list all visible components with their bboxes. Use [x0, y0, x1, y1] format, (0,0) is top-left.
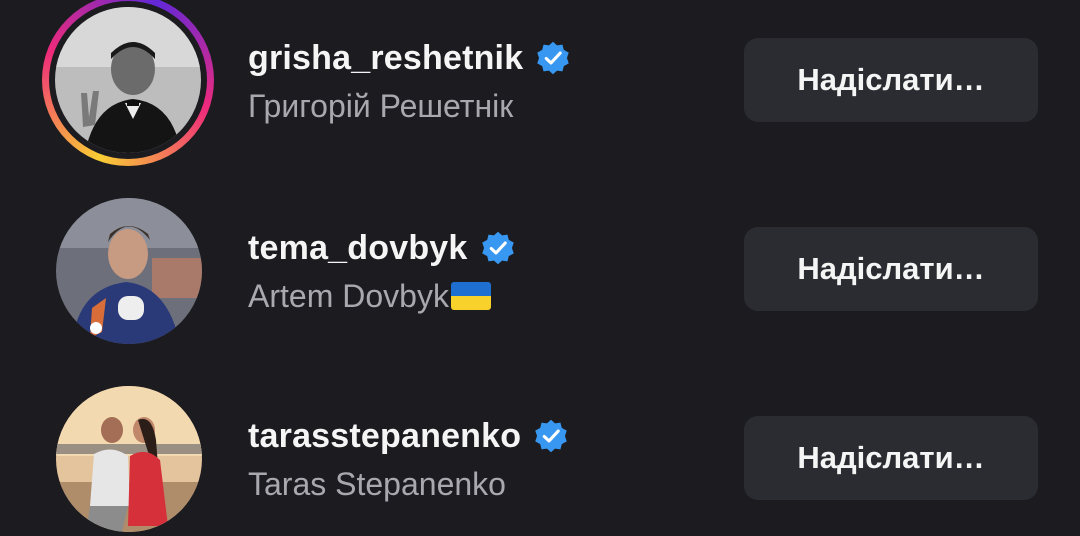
avatar-photo-stepanenko — [56, 386, 202, 532]
avatar-photo-dovbyk — [56, 198, 202, 344]
username[interactable]: tema_dovbyk — [248, 226, 516, 270]
ukraine-flag-icon — [450, 282, 491, 310]
account-names: tema_dovbyk Artem Dovbyk — [248, 226, 516, 316]
account-names: tarasstepanenko Taras Stepanenko — [248, 414, 569, 504]
full-name: Григорій Решетнік — [248, 87, 514, 124]
full-name: Artem Dovbyk — [248, 276, 516, 316]
avatar[interactable] — [55, 7, 201, 153]
verified-badge-icon — [537, 41, 570, 75]
avatar-photo-grisha — [55, 7, 201, 153]
list-item[interactable]: tema_dovbyk Artem Dovbyk Надіслати… — [0, 190, 1080, 350]
send-button[interactable]: Надіслати… — [744, 416, 1038, 500]
list-item[interactable]: grisha_reshetnik Григорій Решетнік Надіс… — [0, 0, 1080, 166]
username[interactable]: tarasstepanenko — [248, 414, 569, 458]
send-button[interactable]: Надіслати… — [744, 38, 1038, 122]
avatar[interactable] — [56, 386, 202, 532]
avatar[interactable] — [56, 198, 202, 344]
verified-badge-icon — [535, 419, 567, 453]
send-button[interactable]: Надіслати… — [744, 227, 1038, 311]
full-name: Taras Stepanenko — [248, 465, 506, 502]
username[interactable]: grisha_reshetnik — [248, 36, 571, 80]
story-ring[interactable] — [42, 0, 214, 166]
account-names: grisha_reshetnik Григорій Решетнік — [248, 36, 571, 126]
list-item[interactable]: tarasstepanenko Taras Stepanenko Надісла… — [0, 378, 1080, 536]
verified-badge-icon — [481, 231, 514, 265]
suggested-accounts-list: grisha_reshetnik Григорій Решетнік Надіс… — [0, 0, 1080, 536]
